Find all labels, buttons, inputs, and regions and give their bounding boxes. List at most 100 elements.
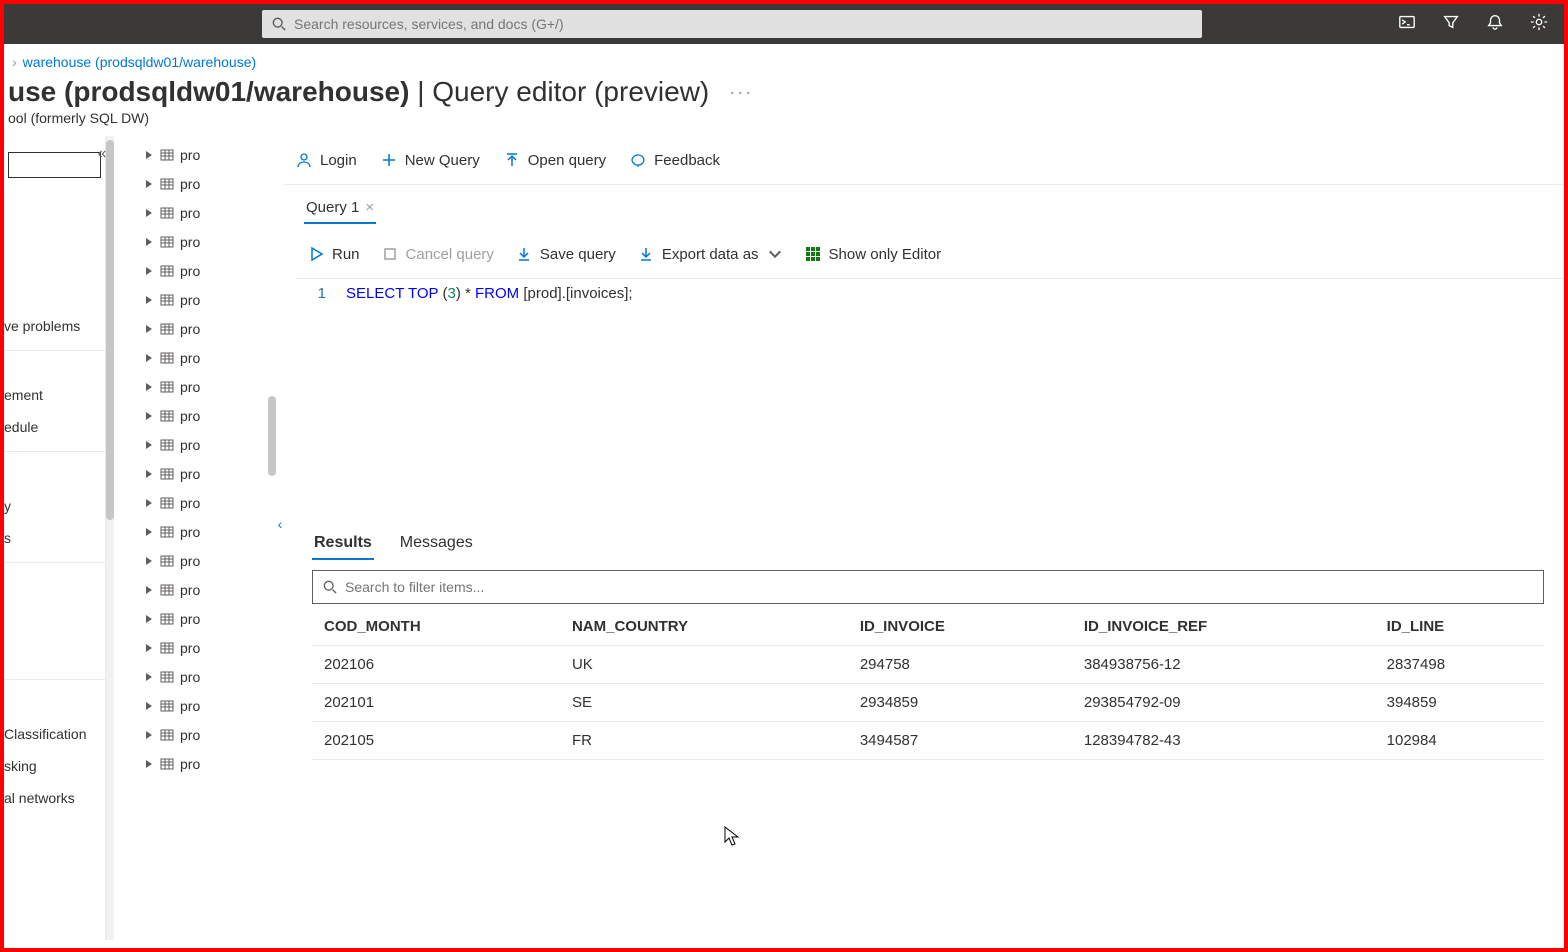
cell: 2837498 [1375,646,1544,684]
global-search-input[interactable] [294,16,1192,32]
line-gutter: 1 [296,285,336,512]
cell: 202106 [312,646,560,684]
table-node[interactable]: pro [144,488,276,517]
vertical-splitter[interactable]: ‹ [276,136,284,940]
table-node[interactable]: pro [144,749,276,778]
table-node[interactable]: pro [144,256,276,285]
table-node[interactable]: pro [144,169,276,198]
chevron-left-icon[interactable]: ‹ [278,516,283,532]
object-explorer: « propropropropropropropropropropropropr… [106,136,276,940]
column-header[interactable]: ID_INVOICE [848,608,1072,646]
breadcrumb-link[interactable]: warehouse (prodsqldw01/warehouse) [23,54,256,70]
page-title-row: use (prodsqldw01/warehouse) | Query edit… [4,70,1564,108]
query-action-bar: Run Cancel query Save query Export data … [284,230,1564,278]
cell: 128394782-43 [1072,722,1375,760]
table-row[interactable]: 202105FR3494587128394782-43102984 [312,722,1544,760]
cell: 202101 [312,684,560,722]
save-query-button[interactable]: Save query [516,246,616,263]
feedback-button[interactable]: Feedback [630,152,720,169]
table-node[interactable]: pro [144,633,276,662]
run-button[interactable]: Run [308,246,360,263]
table-row[interactable]: 202101SE2934859293854792-09394859 [312,684,1544,722]
table-node[interactable]: pro [144,372,276,401]
column-header[interactable]: COD_MONTH [312,608,560,646]
code-line[interactable]: SELECT TOP (3) * FROM [prod].[invoices]; [336,285,1564,512]
table-node[interactable]: pro [144,459,276,488]
breadcrumb: › warehouse (prodsqldw01/warehouse) [4,44,1564,70]
results-filter-input[interactable] [345,579,1533,595]
close-icon[interactable]: × [365,199,374,216]
table-node[interactable]: pro [144,604,276,633]
table-node[interactable]: pro [144,546,276,575]
nav-item[interactable]: ve problems [4,310,105,342]
cell: 293854792-09 [1072,684,1375,722]
results-panel: Results Messages COD_MONTHNAM_COUNTRYID_… [284,518,1564,940]
cell: 2934859 [848,684,1072,722]
login-button[interactable]: Login [296,152,357,169]
column-header[interactable]: NAM_COUNTRY [560,608,848,646]
cancel-query-button: Cancel query [382,246,494,263]
settings-icon[interactable] [1530,13,1548,36]
tree-scrollbar[interactable] [106,136,114,940]
table-node[interactable]: pro [144,662,276,691]
filter-icon[interactable] [1442,13,1460,36]
results-tabs: Results Messages [312,528,1544,560]
notifications-icon[interactable] [1486,13,1504,36]
cell: 102984 [1375,722,1544,760]
chevron-down-icon [767,246,783,262]
cell: 202105 [312,722,560,760]
tab-messages[interactable]: Messages [398,528,475,560]
nav-item[interactable]: ement [4,379,105,411]
global-search[interactable] [262,10,1202,38]
nav-item[interactable]: edule [4,411,105,443]
nav-item[interactable]: al networks [4,782,105,814]
table-node[interactable]: pro [144,401,276,430]
show-only-editor-button[interactable]: Show only Editor [805,246,942,263]
table-row[interactable]: 202106UK294758384938756-122837498 [312,646,1544,684]
tab-results[interactable]: Results [312,528,374,560]
cell: SE [560,684,848,722]
cell: 294758 [848,646,1072,684]
open-query-button[interactable]: Open query [504,152,606,169]
chevron-right-icon: › [12,54,17,70]
table-node[interactable]: pro [144,517,276,546]
tab-label: Query 1 [306,199,359,216]
table-node[interactable]: pro [144,314,276,343]
page-subtitle: ool (formerly SQL DW) [4,108,1564,136]
export-data-button[interactable]: Export data as [638,246,783,263]
sql-editor[interactable]: 1 SELECT TOP (3) * FROM [prod].[invoices… [296,278,1564,518]
tree-scrollbar-right[interactable] [268,396,276,476]
nav-item[interactable]: s [4,522,105,554]
table-node[interactable]: pro [144,720,276,749]
nav-item[interactable]: sking [4,750,105,782]
table-node[interactable]: pro [144,343,276,372]
cell: 394859 [1375,684,1544,722]
search-icon [323,580,337,594]
results-filter[interactable] [312,570,1544,604]
query-toolbar: Login New Query Open query Feedback [284,136,1564,184]
table-node[interactable]: pro [144,227,276,256]
search-icon [272,17,286,31]
cell: FR [560,722,848,760]
new-query-button[interactable]: New Query [381,152,480,169]
left-nav: ve problems ement edule y s Classificati… [4,136,106,940]
nav-item[interactable]: y [4,490,105,522]
table-node[interactable]: pro [144,575,276,604]
query-tab[interactable]: Query 1 × [304,193,376,224]
query-tabs: Query 1 × [284,185,1564,224]
cloud-shell-icon[interactable] [1398,13,1416,36]
table-node[interactable]: pro [144,140,276,169]
results-table: COD_MONTHNAM_COUNTRYID_INVOICEID_INVOICE… [312,608,1544,760]
cell: 3494587 [848,722,1072,760]
table-node[interactable]: pro [144,285,276,314]
top-bar [4,4,1564,44]
more-icon[interactable]: ··· [729,82,753,103]
column-header[interactable]: ID_LINE [1375,608,1544,646]
table-node[interactable]: pro [144,198,276,227]
column-header[interactable]: ID_INVOICE_REF [1072,608,1375,646]
cell: 384938756-12 [1072,646,1375,684]
cell: UK [560,646,848,684]
nav-item[interactable]: Classification [4,718,105,750]
table-node[interactable]: pro [144,430,276,459]
table-node[interactable]: pro [144,691,276,720]
